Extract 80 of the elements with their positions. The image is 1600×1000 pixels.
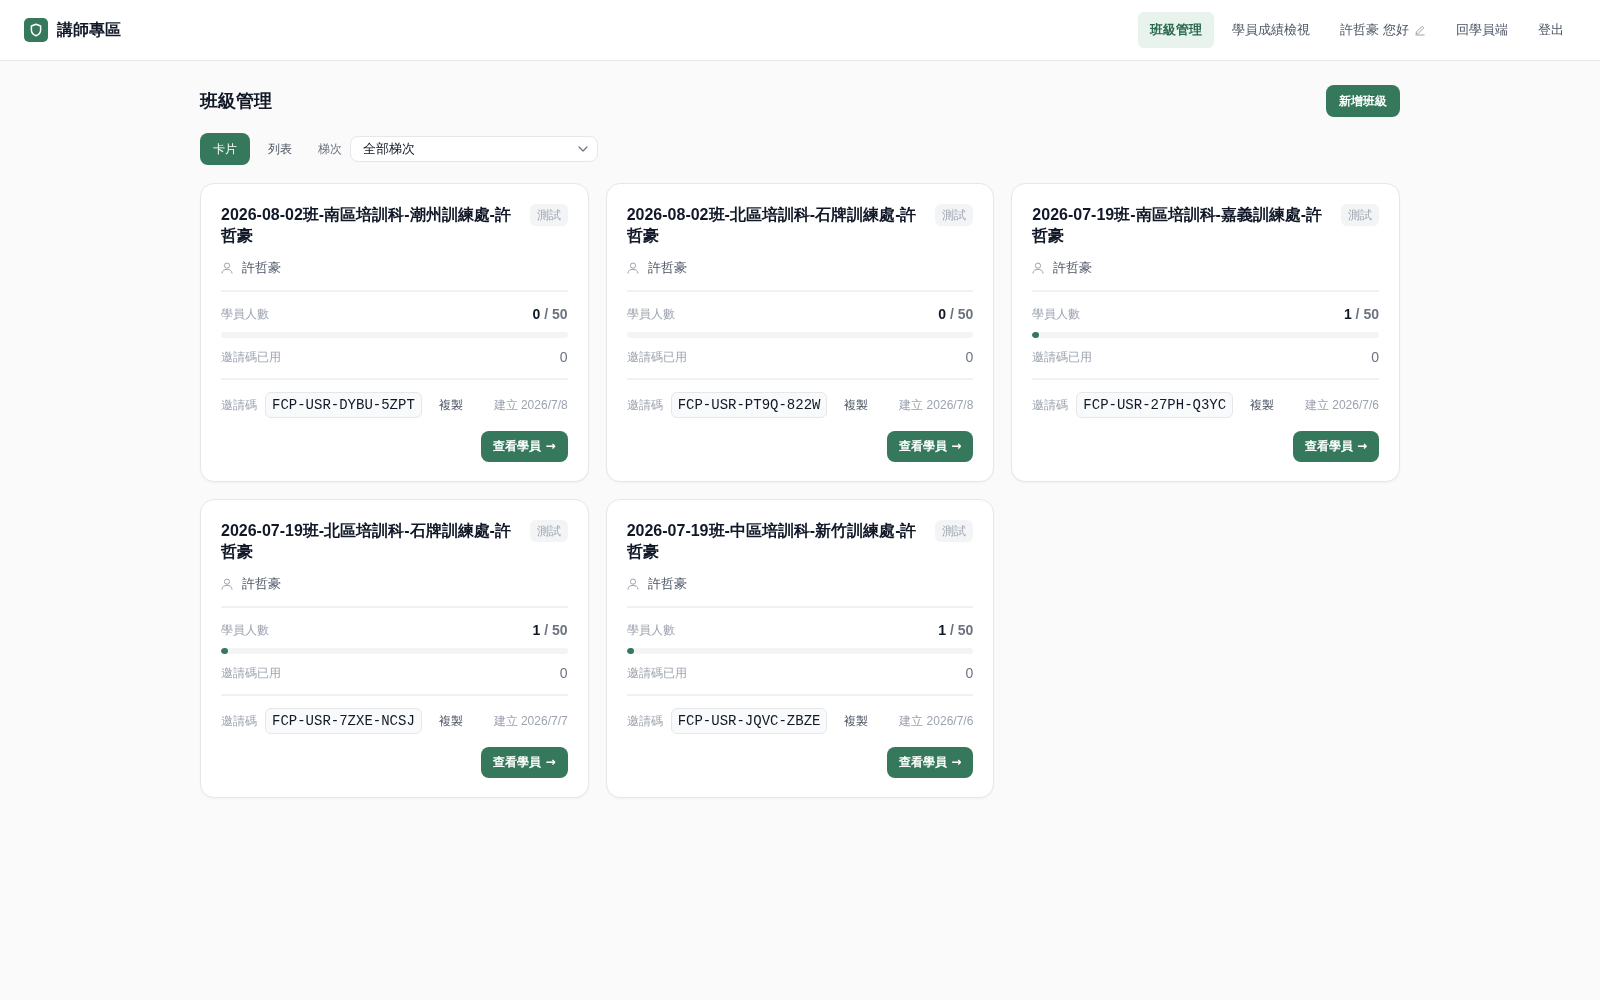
class-title: 2026-07-19班-北區培訓科-石牌訓練處-許哲豪: [221, 521, 512, 562]
stat-value: 0: [559, 665, 568, 681]
instructor-name: 許哲豪: [1053, 259, 1093, 277]
view-students-button[interactable]: 查看學員 →: [887, 747, 974, 778]
tag-badge: 測試: [529, 520, 568, 542]
stat-value: 0: [965, 665, 974, 681]
copy-button[interactable]: 複製: [836, 392, 877, 418]
tag-badge: 測試: [1341, 204, 1379, 226]
student-count: 1 / 50: [1343, 306, 1379, 322]
view-students-button[interactable]: 查看學員 →: [1292, 431, 1379, 462]
nav-link[interactable]: 學員成績檢視: [1220, 12, 1323, 48]
nav-link[interactable]: 許哲豪 您好: [1328, 12, 1438, 48]
stat-label: 邀請碼已用: [221, 348, 281, 366]
user-icon: [626, 578, 639, 590]
tag-badge: 測試: [529, 204, 568, 226]
stat-label: 邀請碼已用: [626, 664, 687, 682]
tag-badge: 測試: [935, 520, 974, 542]
stat-label: 學員人數: [221, 621, 269, 639]
invite-code-field: FCP-USR-JQVC-ZBZE: [670, 708, 828, 734]
stat-value: 0: [559, 349, 568, 365]
user-icon: [1032, 262, 1045, 274]
created-date: 建立 2026/7/8: [492, 396, 568, 414]
stat-label: 學員人數: [221, 305, 269, 323]
copy-button[interactable]: 複製: [430, 392, 471, 418]
class-title: 2026-07-19班-中區培訓科-新竹訓練處-許哲豪: [626, 521, 918, 562]
stat-value: 0: [965, 349, 974, 365]
created-date: 建立 2026/7/6: [898, 712, 974, 730]
instructor-name: 許哲豪: [647, 259, 687, 277]
stat-label: 邀請碼已用: [221, 664, 281, 682]
invite-code-field: FCP-USR-DYBU-5ZPT: [265, 392, 422, 418]
view-students-button[interactable]: 查看學員 →: [887, 431, 974, 462]
stat-value: 0: [1371, 349, 1379, 365]
class-title: 2026-07-19班-南區培訓科-嘉義訓練處-許哲豪: [1032, 205, 1324, 246]
instructor-name: 許哲豪: [647, 575, 687, 593]
stat-label: 學員人數: [626, 621, 675, 639]
class-title: 2026-08-02班-南區培訓科-潮州訓練處-許哲豪: [221, 205, 512, 246]
view-students-button[interactable]: 查看學員 →: [481, 747, 568, 778]
class-title: 2026-08-02班-北區培訓科-石牌訓練處-許哲豪: [626, 205, 918, 246]
portal-title: 講師專區: [57, 19, 121, 40]
copy-button[interactable]: 複製: [1242, 392, 1283, 418]
invite-code-field: FCP-USR-27PH-Q3YC: [1076, 392, 1234, 418]
nav-link[interactable]: 登出: [1526, 12, 1576, 48]
student-count: 1 / 50: [938, 622, 974, 638]
stat-label: 邀請碼已用: [626, 348, 687, 366]
invite-code-label: 邀請碼: [626, 712, 663, 730]
copy-button[interactable]: 複製: [836, 708, 877, 734]
invite-code-label: 邀請碼: [1032, 396, 1069, 414]
stat-label: 學員人數: [626, 305, 675, 323]
user-icon: [221, 578, 233, 590]
invite-code-label: 邀請碼: [221, 712, 257, 730]
instructor-name: 許哲豪: [242, 575, 281, 593]
page-title: 班級管理: [200, 90, 272, 113]
view-students-button[interactable]: 查看學員 →: [481, 431, 568, 462]
user-icon: [626, 262, 639, 274]
tag-badge: 測試: [935, 204, 974, 226]
view-toggle-button[interactable]: 列表: [255, 133, 305, 165]
copy-button[interactable]: 複製: [430, 708, 471, 734]
batch-select[interactable]: 全部梯次: [350, 136, 598, 162]
shield-logo-icon: [24, 18, 48, 42]
created-date: 建立 2026/7/6: [1303, 396, 1379, 414]
invite-code-label: 邀請碼: [626, 396, 663, 414]
stat-label: 邀請碼已用: [1032, 348, 1093, 366]
pencil-icon: [1414, 24, 1426, 36]
batch-filter-label: 梯次: [318, 140, 342, 158]
instructor-name: 許哲豪: [242, 259, 281, 277]
created-date: 建立 2026/7/7: [492, 712, 568, 730]
add-class-button[interactable]: 新增班級: [1326, 85, 1400, 117]
student-count: 0 / 50: [938, 306, 974, 322]
invite-code-label: 邀請碼: [221, 396, 257, 414]
invite-code-field: FCP-USR-7ZXE-NCSJ: [265, 708, 422, 734]
student-count: 0 / 50: [532, 306, 568, 322]
user-icon: [221, 262, 233, 274]
chevron-down-icon: [578, 146, 588, 152]
created-date: 建立 2026/7/8: [898, 396, 974, 414]
invite-code-field: FCP-USR-PT9Q-822W: [670, 392, 828, 418]
student-count: 1 / 50: [532, 622, 568, 638]
nav-link[interactable]: 回學員端: [1444, 12, 1520, 48]
stat-label: 學員人數: [1032, 305, 1081, 323]
view-toggle-button[interactable]: 卡片: [200, 133, 250, 165]
nav-link[interactable]: 班級管理: [1138, 12, 1215, 48]
